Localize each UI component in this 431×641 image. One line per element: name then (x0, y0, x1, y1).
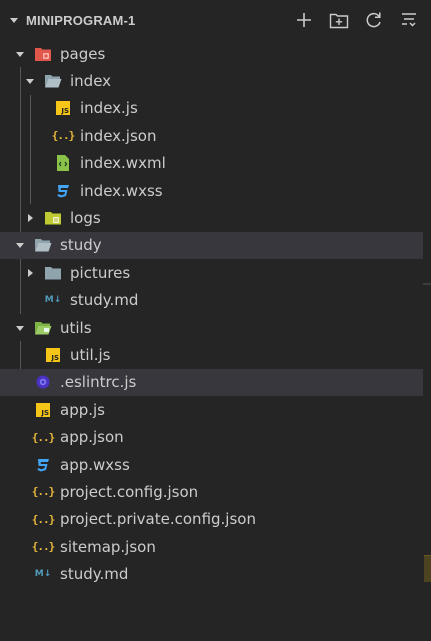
folder-row-index[interactable]: index (0, 67, 431, 94)
json-file-icon: {..} (31, 430, 55, 444)
chevron-right-icon[interactable] (22, 265, 38, 281)
file-row[interactable]: index.wxss (0, 177, 431, 204)
folder-row-logs[interactable]: logs (0, 204, 431, 231)
refresh-icon[interactable] (362, 9, 386, 31)
folder-row-pictures[interactable]: pictures (0, 259, 431, 286)
json-file-icon: {..} (31, 540, 55, 554)
tree-item-label: .eslintrc.js (60, 373, 137, 392)
file-row[interactable]: JS util.js (0, 341, 431, 368)
file-row[interactable]: {..} index.json (0, 122, 431, 149)
js-file-icon: JS (34, 401, 52, 419)
new-file-icon[interactable] (292, 9, 316, 31)
markdown-file-icon: M↓ (34, 569, 52, 580)
tree-item-label: pictures (70, 263, 131, 282)
utils-folder-icon (34, 319, 52, 337)
tree-item-label: study.md (70, 291, 139, 310)
file-row[interactable]: {..} sitemap.json (0, 533, 431, 560)
explorer-title: MINIPROGRAM-1 (26, 12, 136, 28)
markdown-file-icon: M↓ (44, 295, 62, 306)
json-file-icon: {..} (51, 129, 75, 143)
file-row[interactable]: JS index.js (0, 95, 431, 122)
logs-folder-icon (44, 209, 62, 227)
folder-icon (44, 264, 62, 282)
editor-edge-highlight (424, 555, 431, 582)
json-file-icon: {..} (31, 485, 55, 499)
css-file-icon (34, 456, 52, 474)
collapse-all-icon[interactable] (397, 9, 421, 31)
chevron-right-icon[interactable] (22, 210, 38, 226)
tree-item-label: project.config.json (60, 482, 199, 501)
json-file-icon: {..} (31, 512, 55, 526)
indent-guide (20, 67, 21, 232)
file-tree: pages index JS index.js {..} index.json index.… (0, 40, 431, 588)
new-folder-icon[interactable] (327, 9, 351, 31)
indent-guide (30, 94, 31, 205)
file-row[interactable]: {..} project.private.config.json (0, 506, 431, 533)
tree-item-label: index (70, 72, 112, 91)
css-file-icon (54, 182, 72, 200)
tree-item-label: study.md (60, 565, 129, 584)
file-row[interactable]: {..} project.config.json (0, 478, 431, 505)
eslint-file-icon (34, 373, 52, 391)
chevron-down-icon[interactable] (12, 46, 28, 62)
tree-item-label: study (60, 236, 102, 255)
file-row[interactable]: .eslintrc.js (0, 368, 423, 397)
file-row[interactable]: JS app.js (0, 396, 431, 423)
js-file-icon: JS (54, 99, 72, 117)
tree-item-label: sitemap.json (60, 537, 156, 556)
file-row[interactable]: {..} app.json (0, 423, 431, 450)
js-file-icon: JS (44, 346, 62, 364)
indent-guide (20, 341, 21, 369)
folder-row-study[interactable]: study (0, 231, 423, 260)
tree-item-label: index.wxss (80, 181, 163, 200)
folder-row-utils[interactable]: utils (0, 314, 431, 341)
chevron-down-icon[interactable] (22, 73, 38, 89)
tree-item-label: pages (60, 44, 106, 63)
pages-folder-icon (34, 45, 52, 63)
chevron-down-icon[interactable] (6, 12, 22, 28)
chevron-down-icon[interactable] (12, 237, 28, 253)
tree-item-label: index.js (80, 99, 138, 118)
tree-item-label: app.json (60, 428, 124, 447)
explorer-header[interactable]: MINIPROGRAM-1 (0, 0, 431, 40)
indent-guide (20, 259, 21, 314)
wxml-file-icon (54, 154, 72, 172)
tree-item-label: util.js (70, 345, 111, 364)
scrollbar-divider (423, 283, 431, 285)
file-row[interactable]: M↓ study.md (0, 287, 431, 314)
tree-item-label: project.private.config.json (60, 510, 256, 529)
tree-item-label: index.wxml (80, 154, 166, 173)
tree-item-label: app.js (60, 400, 105, 419)
tree-item-label: app.wxss (60, 455, 130, 474)
explorer-actions (292, 9, 421, 31)
tree-item-label: index.json (80, 126, 157, 145)
tree-item-label: logs (70, 209, 101, 228)
file-row[interactable]: index.wxml (0, 150, 431, 177)
folder-open-icon (44, 72, 62, 90)
file-row[interactable]: app.wxss (0, 451, 431, 478)
chevron-down-icon[interactable] (12, 320, 28, 336)
tree-item-label: utils (60, 318, 92, 337)
folder-row-pages[interactable]: pages (0, 40, 431, 67)
file-row[interactable]: M↓ study.md (0, 560, 431, 587)
folder-open-icon (34, 236, 52, 254)
